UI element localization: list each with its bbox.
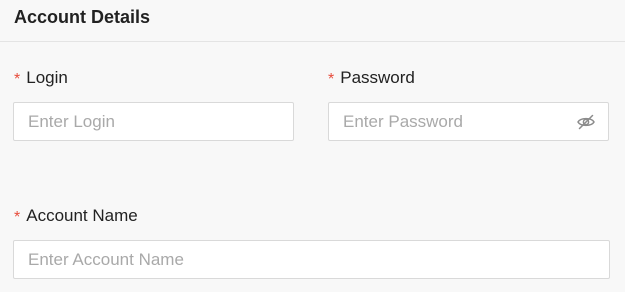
login-input[interactable] [14,103,293,140]
required-marker: * [14,71,21,88]
login-label: * Login [14,67,68,90]
section-title: Account Details [14,7,151,27]
eye-slash-icon[interactable] [576,112,596,132]
password-input[interactable] [329,103,608,140]
required-marker: * [328,71,335,88]
password-field-wrapper [328,102,609,141]
password-label-text: Password [340,68,415,87]
account-name-label: * Account Name [14,205,138,228]
account-name-field-wrapper [13,240,610,279]
section-divider [0,41,625,42]
login-label-text: Login [26,68,68,87]
password-label: * Password [328,67,415,90]
login-field-wrapper [13,102,294,141]
account-name-label-text: Account Name [26,206,138,225]
required-marker: * [14,209,21,226]
account-name-input[interactable] [14,241,609,278]
